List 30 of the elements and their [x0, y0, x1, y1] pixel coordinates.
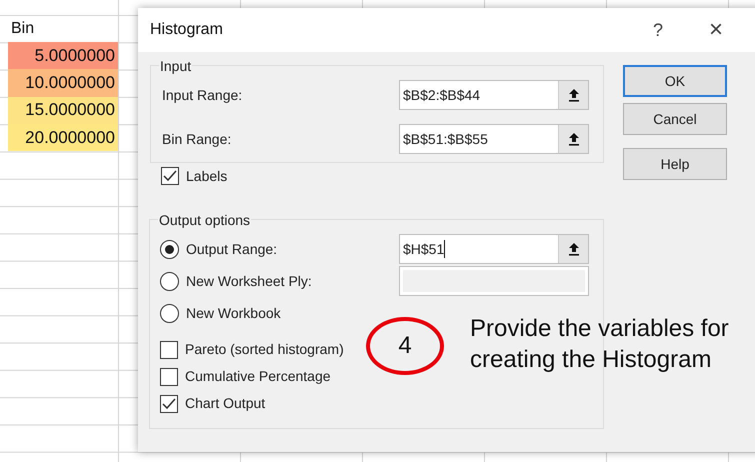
help-button[interactable]: ?: [643, 16, 673, 44]
checkbox[interactable]: [160, 340, 178, 358]
checkbox[interactable]: [160, 394, 178, 412]
field-label: Input Range:: [162, 86, 244, 105]
radio-button[interactable]: [160, 240, 179, 258]
checkbox[interactable]: [160, 368, 178, 386]
step-number: 4: [366, 317, 444, 375]
checkbox-label: Chart Output: [185, 394, 266, 413]
checkbox-label: Cumulative Percentage: [185, 367, 331, 386]
dialog-button[interactable]: Cancel: [623, 103, 727, 135]
table-cell: 15.0000000: [8, 96, 118, 124]
field-label: Bin Range:: [162, 130, 232, 149]
radio-label: Output Range:: [186, 240, 278, 259]
table-cell: 5.0000000: [8, 42, 118, 70]
checkbox-label: Labels: [186, 166, 228, 186]
window-title: Histogram: [150, 20, 224, 40]
checkmark-icon: [162, 398, 176, 410]
checkbox-label: Pareto (sorted histogram): [185, 340, 344, 359]
dialog-button[interactable]: OK: [623, 65, 727, 97]
table-cell: 10.0000000: [8, 69, 118, 97]
radio-label: New Worksheet Ply:: [186, 272, 312, 291]
table-cell: 20.0000000: [8, 124, 118, 152]
close-button[interactable]: ×: [701, 12, 731, 48]
annotation-text: Provide the variables for creating the Histogram: [470, 314, 730, 375]
radio-button[interactable]: [160, 304, 179, 322]
radio-button[interactable]: [160, 272, 179, 290]
radio-label: New Workbook: [186, 304, 281, 322]
checkbox[interactable]: [161, 167, 179, 185]
checkmark-icon: [163, 170, 177, 182]
dialog-button[interactable]: Help: [623, 148, 727, 180]
